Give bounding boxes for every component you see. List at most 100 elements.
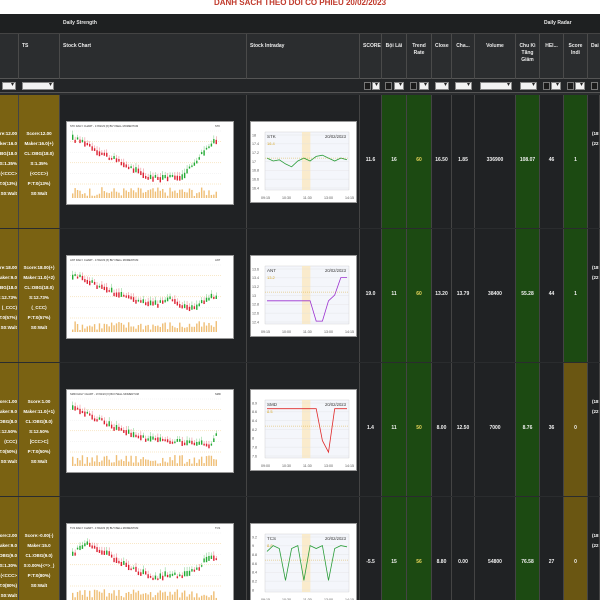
col-hei[interactable]: HEI... (540, 34, 564, 79)
candle (213, 139, 215, 144)
cut-line: S0:Walt (0, 191, 17, 196)
filter-indi-select[interactable] (575, 81, 585, 90)
table-row[interactable]: Score:18.00 Maker:9.0 CL:OBG(18.0 S:12.73% (… (0, 229, 600, 362)
col-trend-rate[interactable]: Trend Rate (407, 34, 432, 79)
daily-candlestick-chart[interactable]: SMD DAILY CHART - 17/02/23 [X] BUY/SELL … (66, 389, 234, 473)
filter-boi-lai-checkbox[interactable] (385, 82, 392, 90)
candle (196, 567, 198, 570)
filter-score-select[interactable] (372, 81, 380, 90)
col-last[interactable]: Dai (588, 34, 600, 79)
volume-bar (125, 592, 127, 600)
daily-candlestick-chart[interactable]: ANT DAILY CHART - 17/02/23 [X] BUY/SELL … (66, 255, 234, 339)
candle (79, 274, 81, 278)
volume-value: 54800 (488, 559, 502, 565)
col-score[interactable]: SCORE (360, 34, 382, 79)
radar-line: (18 (592, 265, 599, 270)
daily-candlestick-chart[interactable]: STK DAILY CHART - 17/02/23 [X] BUY/SELL … (66, 121, 234, 205)
boi-lai-value: 11 (391, 425, 397, 431)
volume-bar (152, 460, 154, 466)
intraday-chart[interactable]: ANT 20/02/2023 13.2 13.6 13.4 13.2 13 12.8 12.6 1… (250, 255, 357, 337)
candle (140, 171, 142, 176)
ts-line: P:T:0(50%) (27, 449, 51, 454)
volume-bar (76, 323, 79, 332)
filter-boi-lai-select[interactable] (394, 81, 404, 90)
volume-bar (81, 324, 84, 332)
radar-cell: (18 (22 (588, 229, 600, 362)
candle (205, 443, 208, 447)
score-cell: 11.6 (360, 95, 382, 228)
volume-bar (174, 190, 176, 198)
volume-bar (169, 322, 171, 332)
daily-candlestick-chart[interactable]: TCS DAILY CHART - 17/02/23 [X] BUY/SELL … (66, 523, 234, 600)
volume-bar (113, 462, 115, 466)
filter-trend-checkbox[interactable] (410, 82, 417, 90)
filter-hei-select[interactable] (551, 81, 561, 90)
intraday-y-tick: 8.4 (252, 419, 257, 423)
table-row[interactable]: Score:1.00 Maker:9.0 CL:OBG(8.0 S:12.50% (CC… (0, 363, 600, 496)
score-indi-cell: 1 (564, 95, 588, 228)
candle (93, 545, 96, 549)
volume-bar (106, 596, 108, 600)
volume-bar (210, 325, 213, 332)
col-chu-ki[interactable]: Chu Kì Tăng Giảm (516, 34, 540, 79)
chu-ki-cell: 8.76 (516, 363, 540, 496)
volume-bar (81, 594, 84, 600)
volume-bar (108, 592, 110, 600)
intraday-chart[interactable]: SMD 20/02/2023 8.5 8.9 8.6 8.4 8.2 8 7.8 7.6 09:00… (250, 389, 357, 471)
candle (176, 439, 179, 442)
candle (196, 160, 198, 164)
stock-chart-cell: ANT DAILY CHART - 17/02/23 [X] BUY/SELL … (60, 229, 247, 362)
candle (110, 158, 113, 160)
candle (215, 139, 217, 145)
filter-chu-ki-select[interactable] (520, 81, 537, 90)
col-volume[interactable]: Volume (475, 34, 516, 79)
filter-change-select[interactable] (455, 81, 472, 90)
intraday-chart[interactable]: TCS 20/02/2023 8.8 9.2 9 8.8 8.6 8.4 8.2 8 09:15 10… (250, 523, 357, 600)
change-value: 1.85 (458, 157, 468, 163)
filter-indi-checkbox[interactable] (567, 82, 574, 90)
volume-bar (164, 461, 166, 466)
candle (106, 423, 108, 427)
col-close[interactable]: Close (432, 34, 452, 79)
candle (208, 444, 210, 449)
intraday-chart[interactable]: STK 20/02/2023 16.4 18 17.4 17.2 17 16.8 16.6 16.… (250, 121, 357, 203)
filter-close-select[interactable] (435, 81, 449, 90)
filter-cut-select[interactable] (2, 81, 16, 90)
candle (162, 575, 164, 581)
volume-bar (198, 321, 200, 332)
ts-line: (<CCC>) (29, 171, 48, 176)
ts-line: P:T:0(80%) (27, 573, 51, 578)
candle (132, 567, 135, 569)
volume-bar (145, 191, 147, 198)
score-indi-cell: 0 (564, 363, 588, 496)
filter-score-checkbox[interactable] (364, 82, 371, 90)
col-cut[interactable] (0, 34, 19, 79)
col-boi-lai[interactable]: Bội Lãi (382, 34, 407, 79)
col-change[interactable]: Cha... (452, 34, 475, 79)
filter-volume-select[interactable] (480, 81, 512, 90)
candle (74, 406, 76, 411)
candle (91, 146, 93, 151)
change-value: 0.00 (458, 559, 468, 565)
candle (115, 557, 118, 563)
candle (183, 304, 186, 309)
volume-bar (196, 593, 198, 600)
intraday-date: 20/02/2023 (325, 134, 347, 139)
boi-lai-cell: 16 (382, 95, 407, 228)
table-row[interactable]: Score:12.00 Maker:16.0 CL:OBG(18.0 S:1.35% (… (0, 95, 600, 228)
col-score-indi[interactable]: Score Indi (564, 34, 588, 79)
volume-bar (137, 590, 140, 600)
volume-bar (108, 326, 110, 332)
table-row[interactable]: Score:2.00 Maker:9.0 CL:OBG(9.0 S:1.30% (<CC… (0, 497, 600, 600)
col-stock-chart[interactable]: Stock Chart (60, 34, 247, 79)
filter-ts-select[interactable] (22, 81, 54, 90)
radar-lines: (18 (22 (592, 397, 599, 417)
col-stock-intraday[interactable]: Stock Intraday (247, 34, 360, 79)
filter-last-checkbox[interactable] (591, 82, 598, 90)
candle (130, 568, 132, 571)
volume-bar (176, 192, 179, 198)
col-ts[interactable]: TS (19, 34, 60, 79)
filter-hei-checkbox[interactable] (543, 82, 550, 90)
close-cell: 16.50 (432, 95, 452, 228)
filter-trend-select[interactable] (419, 81, 429, 90)
